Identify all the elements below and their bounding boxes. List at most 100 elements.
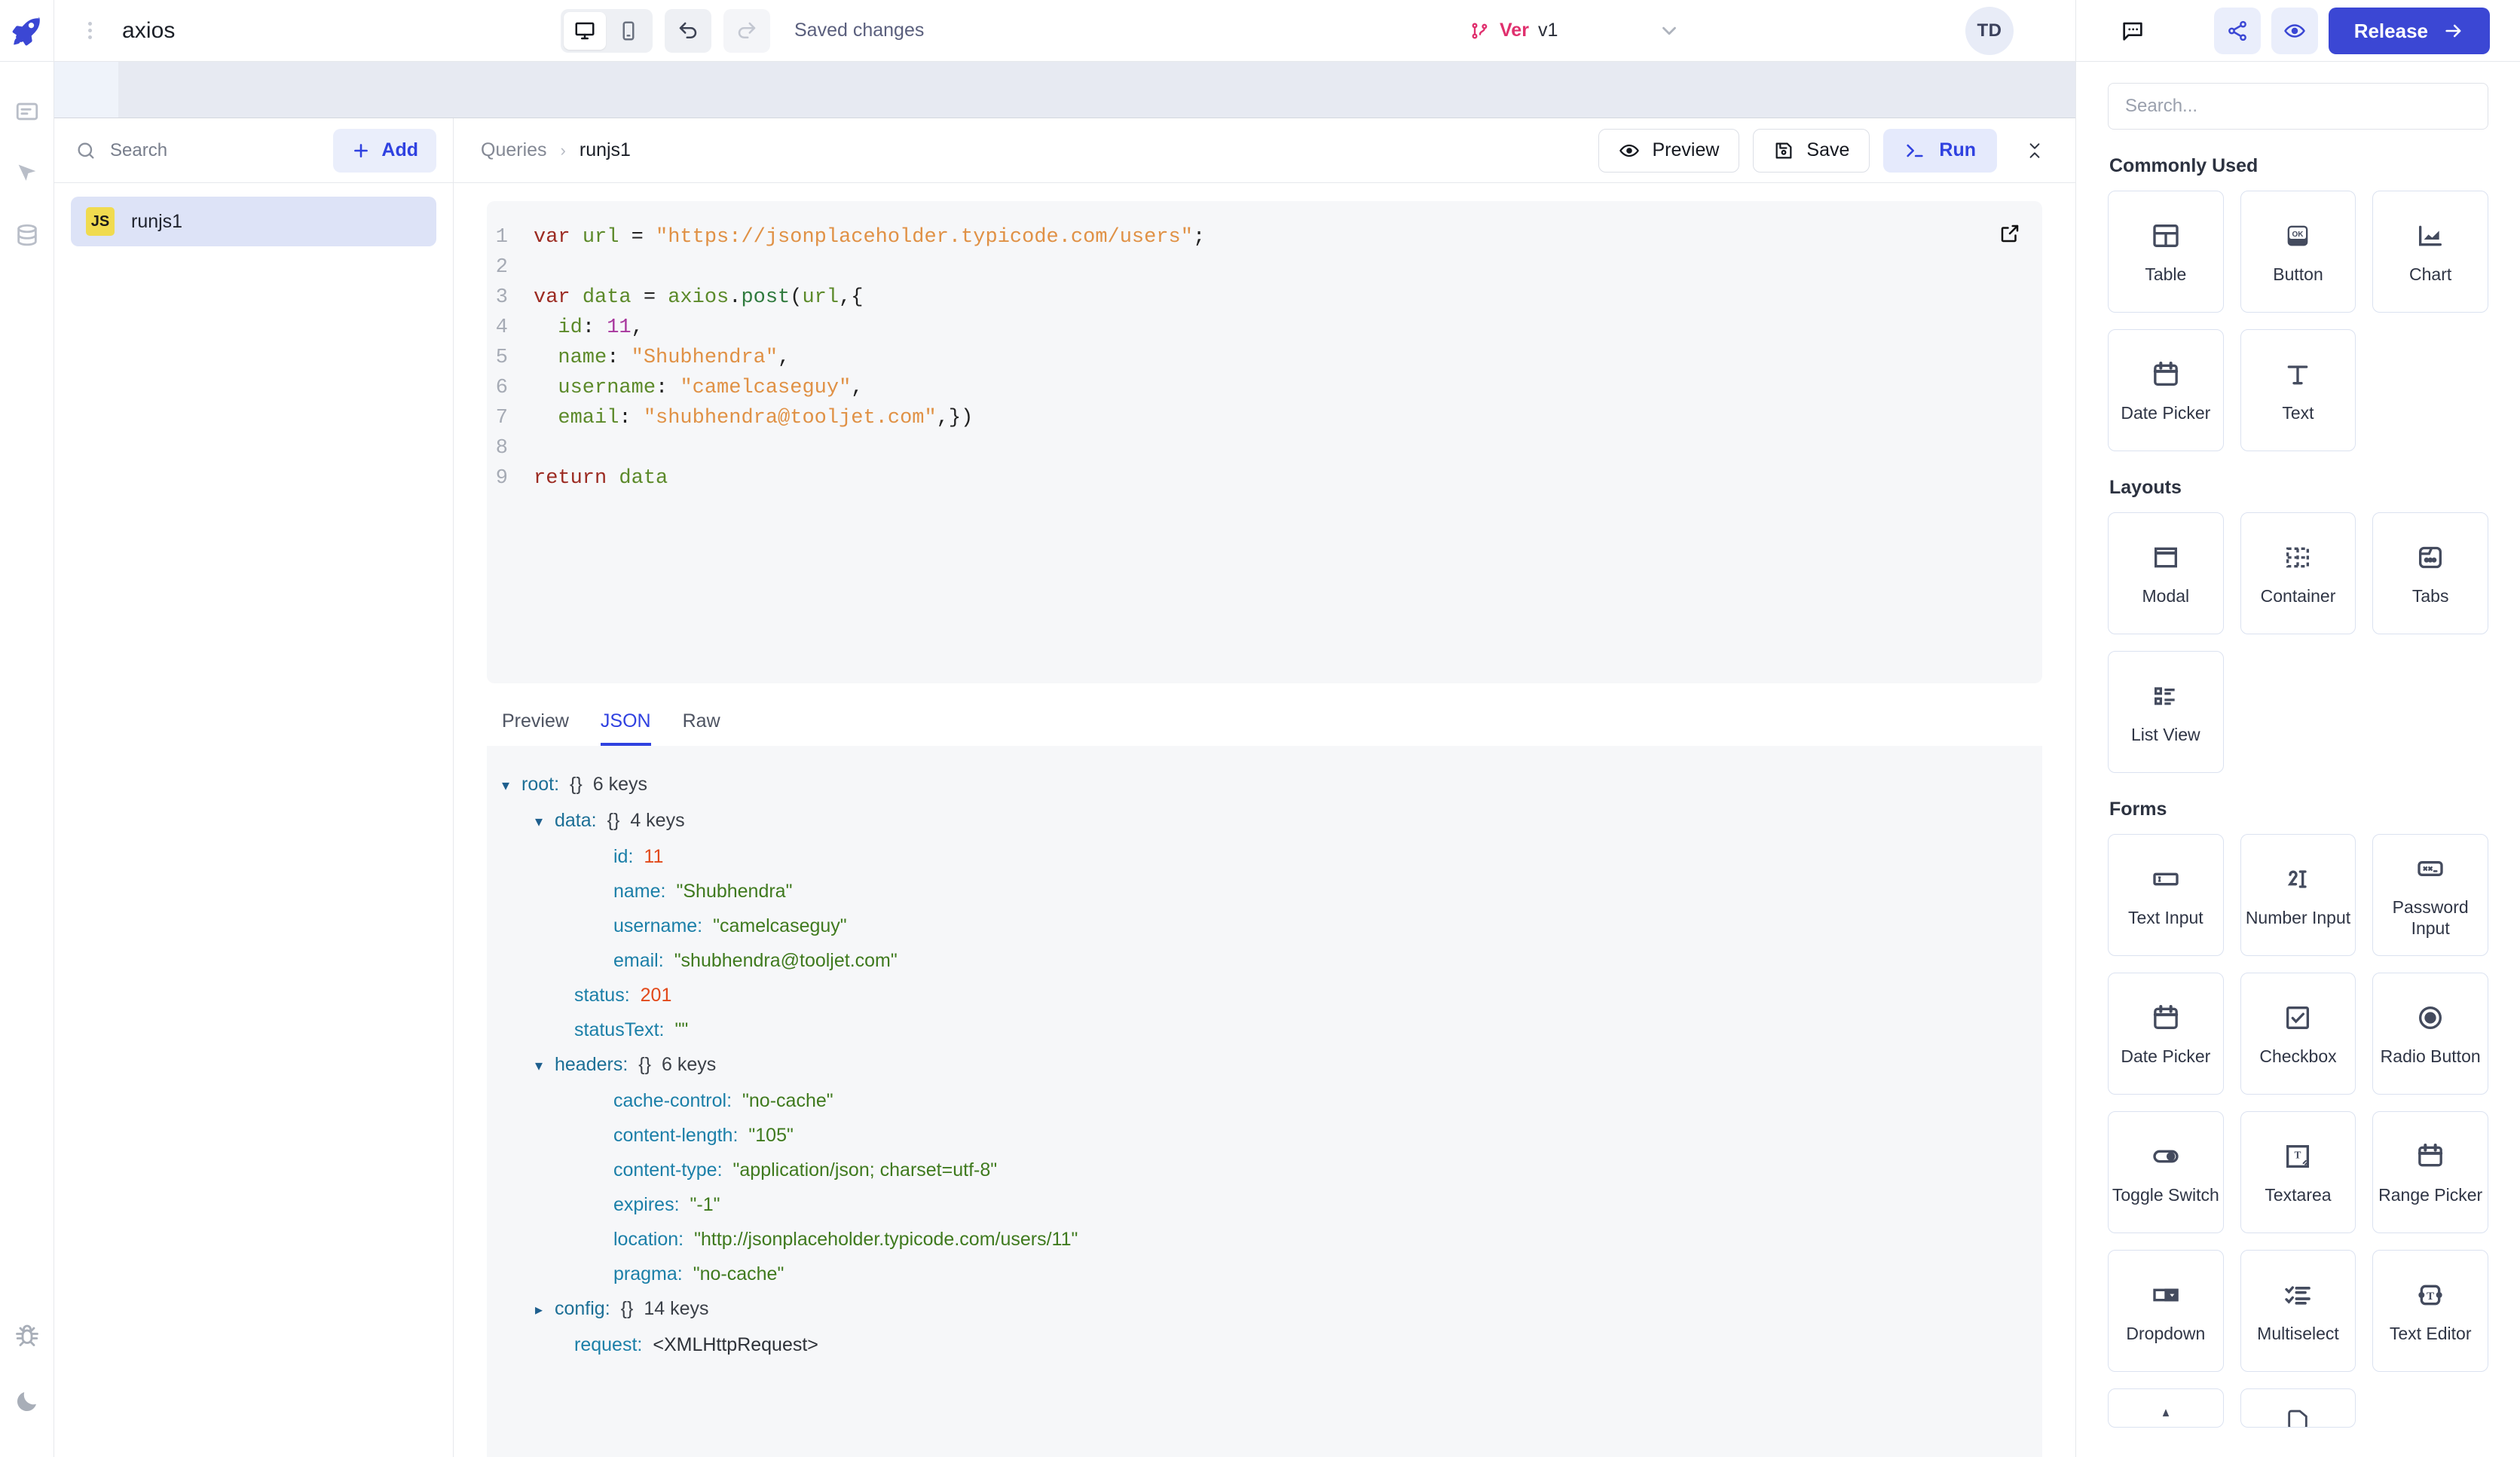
app-logo[interactable] xyxy=(0,0,54,62)
json-value: "application/json; charset=utf-8" xyxy=(732,1159,998,1181)
section-title-forms: Forms xyxy=(2109,799,2167,820)
component-label: Textarea xyxy=(2265,1185,2332,1205)
json-node-data[interactable]: ▾ data: {} 4 keys xyxy=(487,803,2042,839)
redo-arrow-icon xyxy=(736,20,758,42)
section-title-layouts: Layouts xyxy=(2109,477,2182,498)
comment-bubble-icon xyxy=(2120,18,2145,44)
json-node-headers[interactable]: ▾ headers: {} 6 keys xyxy=(487,1047,2042,1083)
component-card-date-picker-form[interactable]: Date Picker xyxy=(2108,973,2224,1095)
partial-icon-a xyxy=(2109,1406,2223,1427)
component-label: Container xyxy=(2260,586,2336,606)
app-canvas-strip[interactable] xyxy=(54,62,2075,118)
component-card-button[interactable]: OK Button xyxy=(2240,191,2356,313)
component-card-partial-b[interactable] xyxy=(2240,1388,2356,1428)
run-button[interactable]: Run xyxy=(1883,128,1997,173)
open-external-editor-button[interactable] xyxy=(1999,222,2021,245)
json-brace: {} xyxy=(607,810,620,831)
component-card-chart[interactable]: Chart xyxy=(2372,191,2488,313)
tab-preview[interactable]: Preview xyxy=(502,710,569,746)
sidebar-item-pages[interactable] xyxy=(12,96,42,127)
svg-text:T: T xyxy=(2427,1291,2434,1303)
caret-down-icon[interactable]: ▾ xyxy=(535,1049,555,1083)
preview-button[interactable] xyxy=(2271,8,2318,54)
json-node-config[interactable]: ▸ config: {} 14 keys xyxy=(487,1291,2042,1327)
collapse-panel-button[interactable] xyxy=(2018,134,2051,167)
collapse-vertical-icon xyxy=(2025,139,2044,162)
json-brace: {} xyxy=(570,774,583,795)
caret-down-icon[interactable]: ▾ xyxy=(535,805,555,839)
component-card-tabs[interactable]: Tabs xyxy=(2372,512,2488,634)
component-card-checkbox[interactable]: Checkbox xyxy=(2240,973,2356,1095)
code-editor[interactable]: 1 var url = "https://jsonplaceholder.typi… xyxy=(487,201,2042,683)
component-card-partial-a[interactable] xyxy=(2108,1388,2224,1428)
component-search-input[interactable] xyxy=(2108,83,2488,130)
drag-dots-icon[interactable] xyxy=(77,22,102,39)
sidebar-item-data-sources[interactable] xyxy=(12,220,42,250)
breadcrumb-root[interactable]: Queries xyxy=(481,139,547,161)
queries-search[interactable] xyxy=(75,139,323,161)
caret-right-icon[interactable]: ▸ xyxy=(535,1293,555,1327)
component-label: Text Input xyxy=(2127,908,2203,927)
redo-button[interactable] xyxy=(723,8,770,53)
json-key: root: xyxy=(521,774,560,795)
component-card-text-editor[interactable]: T Text Editor xyxy=(2372,1250,2488,1372)
sidebar-item-debugger[interactable] xyxy=(12,1320,42,1350)
tab-json[interactable]: JSON xyxy=(600,710,651,746)
component-label: Checkbox xyxy=(2259,1046,2337,1066)
center-column: Add JS runjs1 Queries xyxy=(54,62,2075,1457)
comments-button[interactable] xyxy=(2120,18,2145,44)
json-node-root[interactable]: ▾ root: {} 6 keys xyxy=(487,767,2042,803)
preview-query-button[interactable]: Preview xyxy=(1598,128,1740,173)
add-query-button[interactable]: Add xyxy=(333,128,436,173)
component-card-list-view[interactable]: List View xyxy=(2108,651,2224,773)
search-input[interactable] xyxy=(110,139,323,161)
line-number: 2 xyxy=(495,256,508,279)
component-card-number-input[interactable]: Number Input xyxy=(2240,834,2356,956)
component-card-textarea[interactable]: T Textarea xyxy=(2240,1111,2356,1233)
list-item[interactable]: JS runjs1 xyxy=(71,197,436,246)
component-card-radio-button[interactable]: Radio Button xyxy=(2372,973,2488,1095)
component-card-range-picker[interactable]: Range Picker xyxy=(2372,1111,2488,1233)
version-dropdown-button[interactable] xyxy=(1658,20,1681,42)
avatar[interactable]: TD xyxy=(1965,6,2014,55)
device-mode-toggle[interactable] xyxy=(561,8,653,53)
json-tree-viewer[interactable]: ▾ root:{} 6 keys ▾ data:{} 4 keys id: 11 name… xyxy=(487,746,2042,1457)
json-key: status: xyxy=(574,985,630,1006)
device-mobile-button[interactable] xyxy=(607,12,650,50)
save-button[interactable]: Save xyxy=(1753,128,1870,173)
component-card-modal[interactable]: Modal xyxy=(2108,512,2224,634)
component-label: Date Picker xyxy=(2121,403,2211,423)
queries-list: JS runjs1 xyxy=(54,183,453,260)
line-number: 4 xyxy=(495,316,508,339)
undo-button[interactable] xyxy=(665,8,711,53)
code-line: 5 name: "Shubhendra", xyxy=(487,343,2042,373)
component-card-multiselect[interactable]: Multiselect xyxy=(2240,1250,2356,1372)
caret-down-icon[interactable]: ▾ xyxy=(502,768,521,803)
json-meta: 4 keys xyxy=(630,810,685,831)
sidebar-item-inspector[interactable] xyxy=(12,158,42,188)
share-button[interactable] xyxy=(2213,8,2261,54)
json-key: headers: xyxy=(555,1054,628,1075)
component-label: Number Input xyxy=(2245,908,2351,927)
sidebar-item-dark-mode[interactable] xyxy=(12,1386,42,1416)
text-editor-icon: T xyxy=(2415,1278,2445,1312)
component-card-dropdown[interactable]: Dropdown xyxy=(2108,1250,2224,1372)
tab-raw[interactable]: Raw xyxy=(683,710,720,746)
toggle-switch-icon xyxy=(2151,1139,2181,1174)
release-button[interactable]: Release xyxy=(2328,8,2490,54)
component-card-text-input[interactable]: Text Input xyxy=(2108,834,2224,956)
component-card-table[interactable]: Table xyxy=(2108,191,2224,313)
component-card-password-input[interactable]: Password Input xyxy=(2372,834,2488,956)
component-label: Toggle Switch xyxy=(2112,1185,2219,1205)
version-selector[interactable]: Ver v1 xyxy=(1469,20,1558,41)
breadcrumb-current: runjs1 xyxy=(579,139,631,160)
component-card-date-picker[interactable]: Date Picker xyxy=(2108,329,2224,451)
code-line: 4 id: 11, xyxy=(487,313,2042,343)
tooljet-app-builder: axios Saved changes Ver v1 TD Release Se… xyxy=(0,0,2520,1457)
component-card-container[interactable]: Container xyxy=(2240,512,2356,634)
device-desktop-button[interactable] xyxy=(564,11,606,50)
left-rail xyxy=(0,62,54,1457)
component-card-toggle-switch[interactable]: Toggle Switch xyxy=(2108,1111,2224,1233)
component-card-text[interactable]: Text xyxy=(2240,329,2356,451)
json-brace: {} xyxy=(620,1298,634,1319)
